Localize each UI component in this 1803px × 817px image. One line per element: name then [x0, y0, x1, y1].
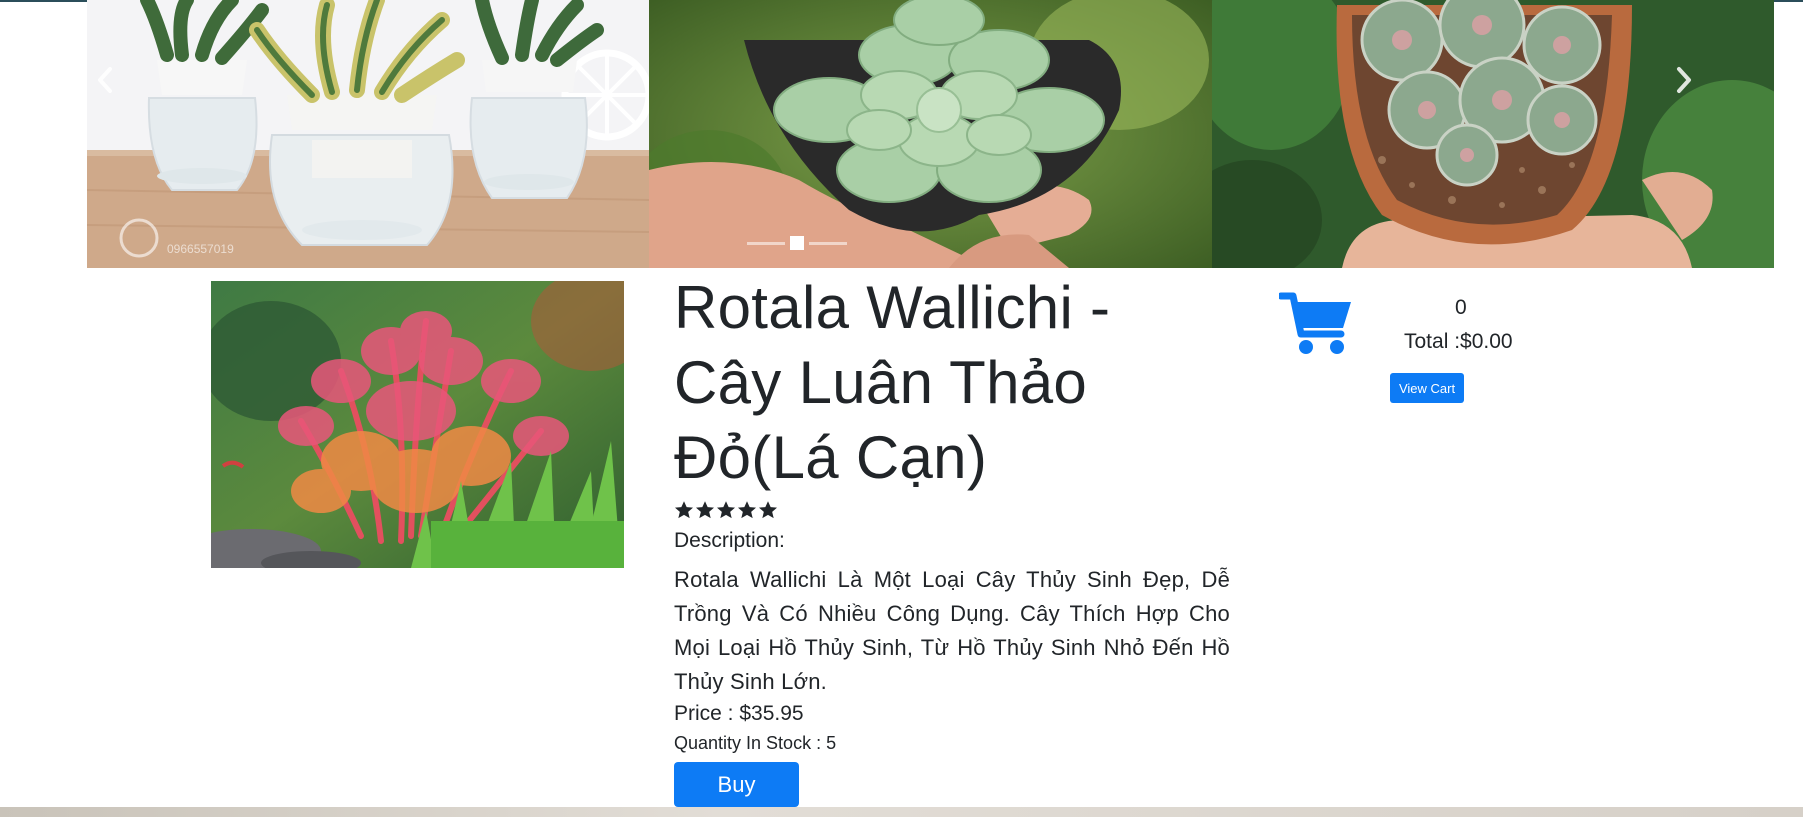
- description-label: Description:: [674, 529, 785, 552]
- chevron-left-icon: [98, 67, 112, 93]
- carousel-next-button[interactable]: [1666, 60, 1702, 100]
- carousel-slide-snake-plants: 0966557019: [87, 0, 649, 268]
- product-title: Rotala Wallichi - Cây Luân Thảo Đỏ(Lá Cạ…: [674, 274, 1111, 491]
- star-icon: [759, 501, 777, 519]
- star-rating: [674, 500, 1230, 522]
- chevron-right-icon: [1677, 67, 1691, 93]
- carousel-prev-button[interactable]: [87, 60, 123, 100]
- image-carousel[interactable]: 0966557019: [87, 0, 1774, 268]
- footer-edge: [0, 807, 1803, 817]
- cart-total: Total :$0.00: [1404, 330, 1513, 353]
- product-price: Price : $35.95: [674, 702, 804, 725]
- slide-watermark-text: 0966557019: [167, 242, 234, 256]
- star-icon: [696, 501, 714, 519]
- star-icon: [738, 501, 756, 519]
- carousel-indicator[interactable]: [809, 241, 847, 245]
- carousel-indicator-active[interactable]: [790, 236, 804, 250]
- stock-quantity: Quantity In Stock : 5: [674, 733, 837, 753]
- carousel-slide-succulent: [649, 0, 1212, 268]
- star-icon: [675, 501, 693, 519]
- carousel-indicators: [747, 236, 847, 250]
- cart-item-count: 0: [1455, 296, 1467, 319]
- product-info: Rotala Wallichi - Cây Luân Thảo Đỏ(Lá Cạ…: [674, 270, 1230, 807]
- shopping-cart-icon[interactable]: [1277, 290, 1353, 356]
- view-cart-button[interactable]: View Cart: [1390, 373, 1464, 403]
- star-icon: [717, 501, 735, 519]
- buy-button[interactable]: Buy: [674, 762, 799, 807]
- carousel-indicator[interactable]: [747, 241, 785, 245]
- product-image: [211, 281, 624, 568]
- product-description: Rotala Wallichi Là Một Loại Cây Thủy Sin…: [674, 567, 1230, 694]
- carousel-slide-cactus: [1212, 0, 1774, 268]
